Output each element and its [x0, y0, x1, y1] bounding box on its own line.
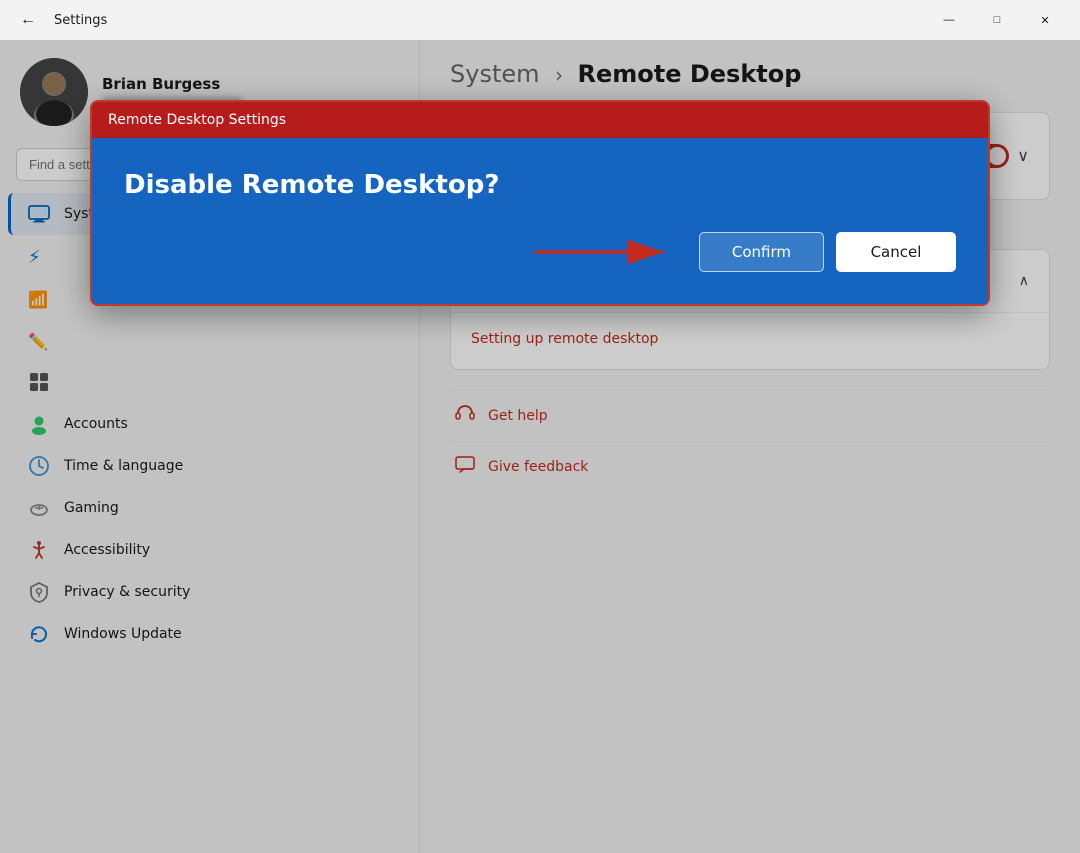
dialog-title: Remote Desktop Settings [108, 112, 286, 128]
app-title: Settings [54, 13, 107, 28]
dialog-question: Disable Remote Desktop? [124, 170, 956, 200]
cancel-button[interactable]: Cancel [836, 232, 956, 272]
dialog-backdrop: Remote Desktop Settings Disable Remote D… [0, 40, 1080, 853]
close-button[interactable]: ✕ [1022, 4, 1068, 36]
maximize-button[interactable]: □ [974, 4, 1020, 36]
minimize-button[interactable]: — [926, 4, 972, 36]
confirm-dialog: Remote Desktop Settings Disable Remote D… [90, 100, 990, 306]
dialog-buttons: Confirm Cancel [124, 232, 956, 272]
back-button[interactable]: ← [12, 7, 44, 33]
dialog-titlebar: Remote Desktop Settings [92, 102, 988, 138]
arrow-indicator [124, 236, 687, 268]
confirm-button[interactable]: Confirm [699, 232, 824, 272]
window-controls: — □ ✕ [926, 4, 1068, 36]
dialog-body: Disable Remote Desktop? Confirm Cancel [92, 138, 988, 304]
arrow-svg [535, 236, 675, 268]
title-bar: ← Settings — □ ✕ [0, 0, 1080, 40]
